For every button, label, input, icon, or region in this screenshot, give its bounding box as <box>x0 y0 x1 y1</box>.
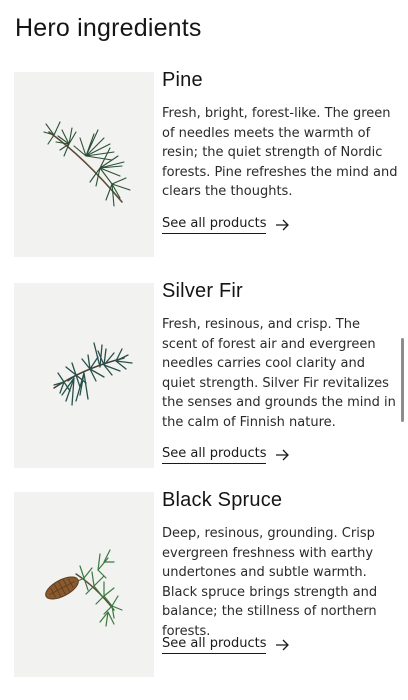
fir-branch-icon <box>53 342 133 406</box>
link-label: See all products <box>162 216 267 234</box>
arrow-right-icon <box>276 639 290 651</box>
see-all-products-link[interactable]: See all products <box>162 216 290 234</box>
pine-branch-icon <box>43 121 131 207</box>
link-label: See all products <box>162 446 267 464</box>
ingredient-image-black-spruce <box>14 492 154 677</box>
see-all-products-link[interactable]: See all products <box>162 636 290 654</box>
see-all-products-link[interactable]: See all products <box>162 446 290 464</box>
ingredient-description: Fresh, bright, forest-like. The green of… <box>162 106 398 199</box>
ingredient-name: Black Spruce <box>162 489 283 511</box>
page-title: Hero ingredients <box>15 14 202 42</box>
ingredient-image-silver-fir <box>14 283 154 468</box>
ingredient-image-pine <box>14 72 154 257</box>
ingredient-description: Deep, resinous, grounding. Crisp evergre… <box>162 526 378 639</box>
link-label: See all products <box>162 636 267 654</box>
spruce-branch-with-cone-icon <box>45 549 123 627</box>
ingredient-name: Pine <box>162 69 203 91</box>
arrow-right-icon <box>276 449 290 461</box>
arrow-right-icon <box>276 219 290 231</box>
ingredient-description: Fresh, resinous, and crisp. The scent of… <box>162 317 396 430</box>
scrollbar[interactable] <box>401 338 404 422</box>
ingredient-name: Silver Fir <box>162 280 243 302</box>
